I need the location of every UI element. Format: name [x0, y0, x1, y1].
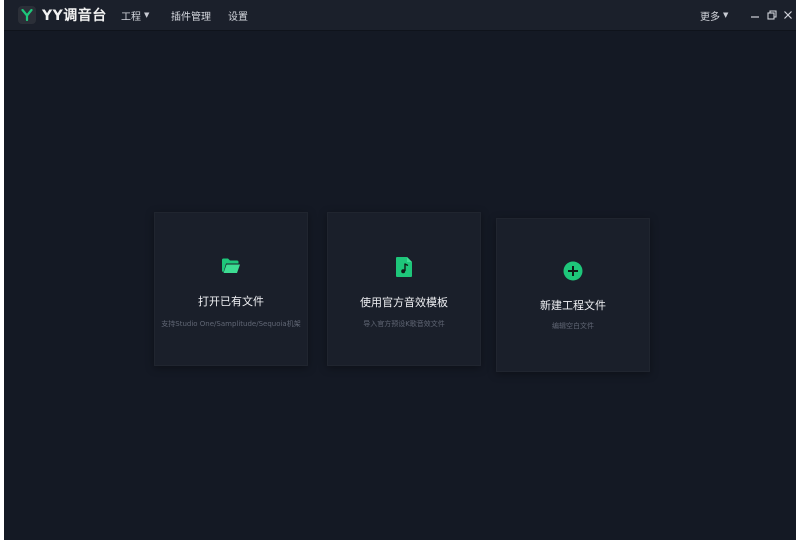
plus-circle-icon: [497, 261, 649, 281]
app-name: YY调音台: [42, 8, 107, 24]
logo-badge: [18, 6, 36, 24]
open-file-title: 打开已有文件: [198, 295, 264, 308]
close-icon: [784, 11, 792, 19]
minimize-button[interactable]: [748, 8, 762, 22]
menu-project-label: 工程: [121, 11, 141, 23]
new-project-card[interactable]: 新建工程文件 编辑空白文件: [496, 218, 650, 372]
official-template-title: 使用官方音效模板: [360, 296, 448, 309]
new-project-title: 新建工程文件: [540, 299, 606, 312]
music-file-icon: [328, 256, 480, 278]
app-window: YY调音台 工程 ▼ 插件管理 设置 更多 ▼ 打开已有文件 支持Studio …: [4, 0, 796, 540]
restore-button[interactable]: [765, 8, 779, 22]
title-bar: YY调音台 工程 ▼ 插件管理 设置 更多 ▼: [4, 0, 796, 31]
folder-open-icon: [155, 257, 307, 275]
menu-settings-label: 设置: [228, 11, 248, 23]
menu-plugins[interactable]: 插件管理: [171, 0, 211, 30]
caret-down-icon: ▼: [144, 11, 150, 19]
restore-icon: [767, 10, 777, 20]
menu-more[interactable]: 更多 ▼: [700, 0, 728, 30]
start-options: 打开已有文件 支持Studio One/Samplitude/Sequoia机架…: [154, 212, 654, 372]
minimize-icon: [751, 16, 759, 18]
official-template-card[interactable]: 使用官方音效模板 导入官方预设K歌音效文件: [327, 212, 481, 366]
caret-down-icon: ▼: [723, 11, 729, 19]
logo-y-icon: [21, 9, 33, 21]
menu-settings[interactable]: 设置: [228, 0, 248, 30]
menu-plugins-label: 插件管理: [171, 11, 211, 23]
app-logo: YY调音台: [18, 4, 107, 26]
open-file-card[interactable]: 打开已有文件 支持Studio One/Samplitude/Sequoia机架: [154, 212, 308, 366]
close-button[interactable]: [781, 8, 795, 22]
new-project-subtitle: 编辑空白文件: [552, 322, 594, 330]
menu-project[interactable]: 工程 ▼: [121, 0, 149, 30]
menu-more-label: 更多: [700, 11, 720, 23]
official-template-subtitle: 导入官方预设K歌音效文件: [363, 320, 445, 328]
open-file-subtitle: 支持Studio One/Samplitude/Sequoia机架: [161, 320, 301, 328]
